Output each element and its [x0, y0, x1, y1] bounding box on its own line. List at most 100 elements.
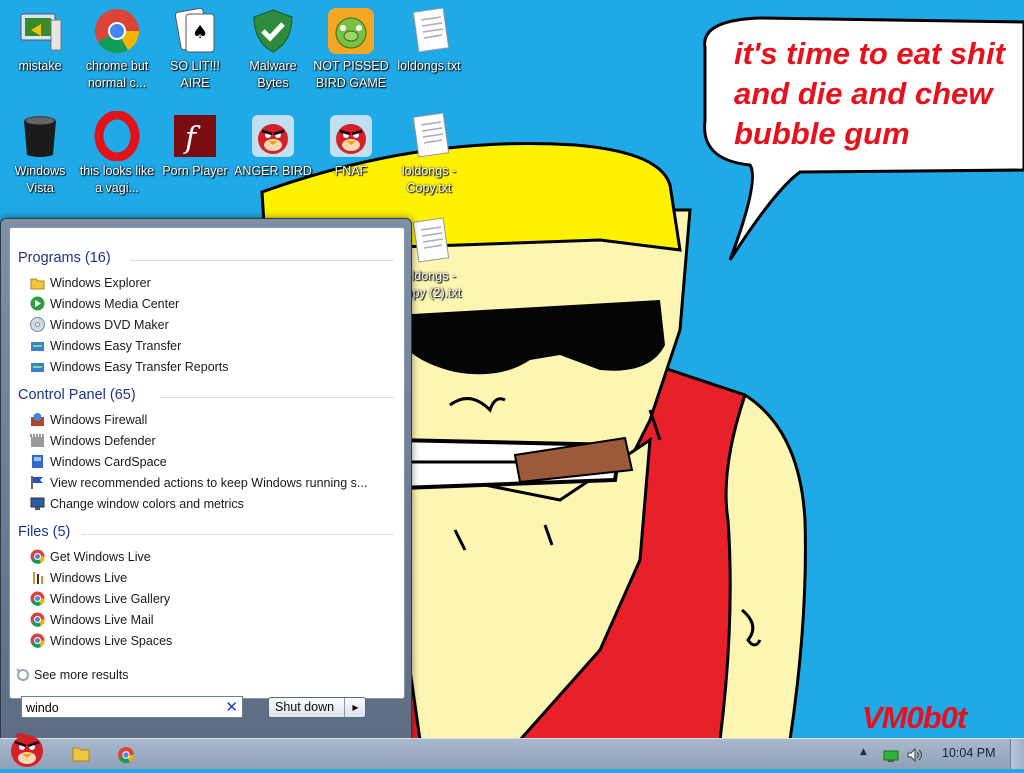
defender-icon	[30, 433, 45, 448]
result-label: Windows Media Center	[50, 297, 180, 311]
desktop-icon-label: chrome but normal c...	[85, 59, 149, 90]
desktop-icon-label: Windows Vista	[14, 164, 66, 195]
taskbar: ▲ 10:04 PM	[0, 732, 1024, 769]
result-label: View recommended actions to keep Windows…	[50, 476, 368, 490]
desktop-icon-label: NOT PISSED BIRD GAME	[313, 59, 389, 90]
opera-icon	[92, 110, 142, 162]
angry-bird-icon	[326, 111, 376, 161]
arm	[718, 392, 807, 740]
result-item[interactable]: Windows Firewall	[30, 412, 390, 431]
group-header-programs[interactable]: Programs (16)	[18, 250, 111, 266]
monitor-icon	[15, 6, 65, 56]
desktop-icon-mistake[interactable]: mistake	[0, 0, 80, 75]
desktop-icon-windows-vista[interactable]: Windows Vista	[0, 105, 80, 197]
result-label: Windows Live Gallery	[50, 592, 171, 606]
result-item[interactable]: Change window colors and metrics	[30, 496, 390, 515]
group-divider	[130, 260, 394, 261]
pig-icon	[326, 6, 376, 56]
group-header-control-panel[interactable]: Control Panel (65)	[18, 387, 136, 403]
result-item[interactable]: Windows Explorer	[30, 275, 390, 294]
result-item[interactable]: Windows Live Spaces	[30, 633, 390, 652]
desktop-icon-fnaf[interactable]: FNAF	[311, 105, 391, 180]
start-menu: Programs (16) Windows Explorer Windows M…	[0, 218, 412, 740]
volume-icon[interactable]	[906, 747, 924, 766]
chrome-icon	[30, 633, 45, 648]
show-hidden-icons-chevron-icon[interactable]: ▲	[860, 747, 867, 757]
desktop-icon-label: this looks like a vagi...	[79, 164, 155, 195]
desktop-icon-solitaire[interactable]: ♠ SO LIT!!! AIRE	[155, 0, 235, 92]
result-item[interactable]: Windows Live Gallery	[30, 591, 390, 610]
solitaire-icon: ♠	[170, 6, 220, 56]
start-search-box[interactable]: ✕	[21, 696, 243, 718]
shutdown-button[interactable]: Shut down ▶	[268, 697, 366, 718]
result-label: Change window colors and metrics	[50, 497, 244, 511]
result-label: Windows DVD Maker	[50, 318, 169, 332]
desktop-icon-label: loldongs.txt	[397, 59, 461, 73]
svg-text:♠: ♠	[192, 22, 208, 43]
network-icon[interactable]	[883, 748, 899, 767]
shield-icon	[248, 6, 298, 56]
result-label: Windows Easy Transfer	[50, 339, 182, 353]
result-label: Windows Live	[50, 571, 128, 585]
dvd-icon	[30, 317, 45, 332]
desktop-icon-loldongs-copy[interactable]: loldongs - Copy.txt	[389, 105, 469, 197]
folder-icon	[30, 275, 45, 290]
desktop-icon-chrome[interactable]: chrome but normal c...	[77, 0, 157, 92]
result-label: Windows Defender	[50, 434, 156, 448]
result-item[interactable]: Windows CardSpace	[30, 454, 390, 473]
result-item[interactable]: Windows Live Mail	[30, 612, 390, 631]
speech-text: it's time to eat shit and die and chew b…	[734, 34, 1024, 154]
speech-line: bubble gum	[734, 116, 910, 151]
see-more-label: See more results	[34, 668, 129, 682]
chrome-icon	[30, 612, 45, 627]
desktop-icon-label: ANGER BIRD	[234, 164, 312, 178]
taskbar-chrome-button[interactable]	[106, 741, 146, 767]
group-divider	[82, 534, 394, 535]
desktop-icon-anger-bird[interactable]: ANGER BIRD	[233, 105, 313, 180]
shutdown-options-arrow-icon[interactable]: ▶	[344, 698, 366, 717]
clear-search-icon[interactable]: ✕	[225, 698, 238, 716]
result-label: Windows Live Spaces	[50, 634, 173, 648]
desktop-icon-porn-player[interactable]: f Porn Player	[155, 105, 235, 180]
result-item[interactable]: Windows Easy Transfer Reports	[30, 359, 390, 378]
desktop-icon-opera[interactable]: this looks like a vagi...	[77, 105, 157, 197]
angry-bird-icon	[11, 732, 43, 767]
group-header-files[interactable]: Files (5)	[18, 524, 70, 540]
desktop-icon-malwarebytes[interactable]: Malware Bytes	[233, 0, 313, 92]
chrome-icon	[118, 747, 135, 764]
desktop-icon-label: SO LIT!!! AIRE	[169, 59, 220, 90]
start-button[interactable]	[4, 729, 50, 769]
taskbar-explorer-button[interactable]	[60, 741, 100, 767]
result-label: Windows Live Mail	[50, 613, 154, 627]
result-label: Windows CardSpace	[50, 455, 167, 469]
taskbar-clock[interactable]: 10:04 PM	[942, 746, 996, 760]
result-item[interactable]: View recommended actions to keep Windows…	[30, 475, 390, 494]
result-item[interactable]: Windows DVD Maker	[30, 317, 390, 336]
result-item[interactable]: Windows Live	[30, 570, 390, 589]
transfer-icon	[30, 359, 45, 374]
folder-icon	[72, 747, 90, 762]
result-item[interactable]: Get Windows Live	[30, 549, 390, 568]
chrome-icon	[30, 549, 45, 564]
result-item[interactable]: Windows Defender	[30, 433, 390, 452]
result-item[interactable]: Windows Easy Transfer	[30, 338, 390, 357]
display-icon	[30, 496, 45, 511]
desktop-icon-loldongs[interactable]: loldongs.txt	[389, 0, 469, 75]
desktop-icon-label: mistake	[18, 59, 62, 73]
result-label: Windows Explorer	[50, 276, 151, 290]
media-center-icon	[30, 296, 45, 311]
search-icon	[16, 668, 30, 682]
artist-signature: VM0b0t	[862, 700, 967, 735]
desktop-icon-label: Malware Bytes	[249, 59, 297, 90]
result-item[interactable]: Windows Media Center	[30, 296, 390, 315]
show-desktop-button[interactable]	[1010, 739, 1024, 769]
text-file-icon	[404, 6, 454, 56]
shutdown-label: Shut down	[275, 700, 335, 714]
trash-can-icon	[15, 111, 65, 161]
start-search-input[interactable]	[26, 699, 216, 717]
see-more-results-link[interactable]: See more results	[16, 668, 128, 682]
chrome-icon	[30, 591, 45, 606]
desktop-icon-label: Porn Player	[162, 164, 228, 178]
bars-icon	[30, 570, 45, 585]
desktop-icon-pig-game[interactable]: NOT PISSED BIRD GAME	[311, 0, 391, 92]
